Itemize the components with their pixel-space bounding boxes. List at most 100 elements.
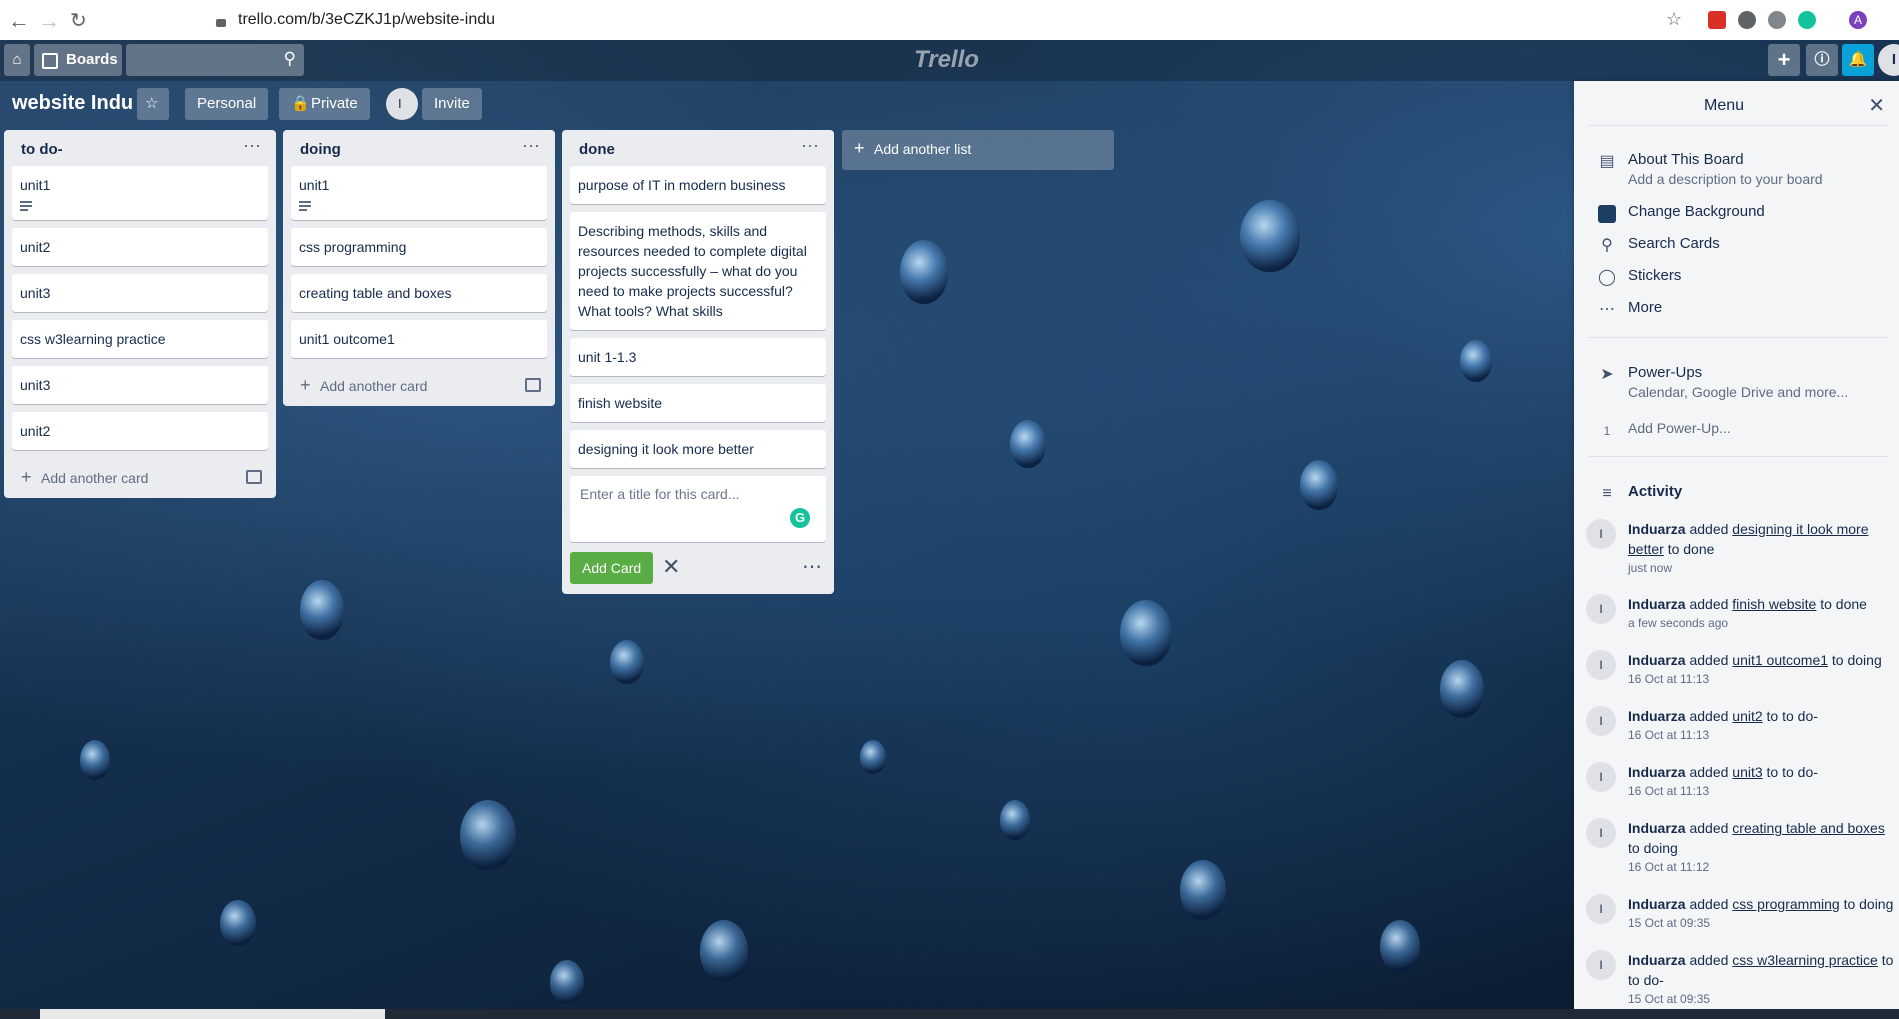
activity-user[interactable]: Induarza xyxy=(1628,952,1686,968)
description-icon xyxy=(20,201,32,211)
activity-card-link[interactable]: creating table and boxes xyxy=(1732,820,1885,836)
trello-logo[interactable]: Trello xyxy=(914,46,979,74)
activity-time[interactable]: 15 Oct at 09:35 xyxy=(1628,990,1898,1008)
pocket-extension-icon[interactable] xyxy=(1708,11,1726,29)
activity-card-link[interactable]: unit2 xyxy=(1732,708,1762,724)
card[interactable]: unit1 outcome1 xyxy=(291,320,547,358)
card-title: unit1 xyxy=(299,177,330,193)
activity-time[interactable]: 16 Oct at 11:13 xyxy=(1628,726,1898,744)
close-icon[interactable]: ✕ xyxy=(662,554,680,580)
list-title[interactable]: done xyxy=(579,141,615,158)
grammarly-icon[interactable]: G xyxy=(790,508,810,528)
create-button[interactable]: + xyxy=(1768,44,1800,76)
star-icon[interactable]: ☆ xyxy=(1666,9,1682,30)
list-menu-icon[interactable]: ⋯ xyxy=(522,136,541,157)
list-title[interactable]: to do- xyxy=(21,141,63,158)
reload-icon[interactable]: ↻ xyxy=(70,8,87,33)
notifications-button[interactable]: 🔔 xyxy=(1842,44,1874,76)
activity-user[interactable]: Induarza xyxy=(1628,820,1686,836)
card-title: Describing methods, skills and resources… xyxy=(578,223,807,319)
os-taskbar xyxy=(0,1009,1899,1019)
activity-time[interactable]: 15 Oct at 09:35 xyxy=(1628,914,1898,932)
avatar[interactable]: I xyxy=(1586,818,1616,848)
activity-card-link[interactable]: css w3learning practice xyxy=(1732,952,1878,968)
avatar[interactable]: I xyxy=(1586,706,1616,736)
card-template-icon[interactable] xyxy=(246,470,262,484)
lock-icon xyxy=(216,19,226,27)
card[interactable]: css w3learning practice xyxy=(12,320,268,358)
list-todo: to do- ⋯ unit1 unit2 unit3 css w3learnin… xyxy=(4,130,276,498)
activity-time[interactable]: 16 Oct at 11:13 xyxy=(1628,782,1898,800)
activity-time[interactable]: 16 Oct at 11:13 xyxy=(1628,670,1898,688)
extension-icon[interactable] xyxy=(1768,11,1786,29)
activity-user[interactable]: Induarza xyxy=(1628,521,1686,537)
address-bar[interactable]: trello.com/b/3eCZKJ1p/website-indu xyxy=(104,6,1664,34)
card[interactable]: unit3 xyxy=(12,274,268,312)
avatar[interactable]: I xyxy=(1586,519,1616,549)
close-icon[interactable]: ✕ xyxy=(1868,93,1885,118)
grammarly-extension-icon[interactable] xyxy=(1798,11,1816,29)
forward-arrow-icon[interactable]: → xyxy=(38,8,60,34)
menu-item-label: About This Board xyxy=(1628,151,1744,168)
back-arrow-icon[interactable]: ← xyxy=(8,8,30,34)
card-template-icon[interactable] xyxy=(525,378,541,392)
board-member-avatar[interactable]: I xyxy=(386,88,418,120)
team-visibility-button[interactable]: Personal xyxy=(185,88,269,120)
avatar[interactable]: I xyxy=(1586,894,1616,924)
add-card-submit-button[interactable]: Add Card xyxy=(570,552,654,584)
activity-time[interactable]: a few seconds ago xyxy=(1628,614,1898,632)
add-list-button[interactable]: + Add another list xyxy=(842,130,1114,170)
add-card-button[interactable]: + Add another card xyxy=(283,366,555,406)
card[interactable]: unit2 xyxy=(12,412,268,450)
card[interactable]: unit2 xyxy=(12,228,268,266)
avatar[interactable]: I xyxy=(1586,650,1616,680)
card[interactable]: unit1 xyxy=(12,166,268,220)
activity-time[interactable]: 16 Oct at 11:12 xyxy=(1628,858,1898,876)
activity-rest: to done xyxy=(1820,596,1867,612)
taskbar-active-window[interactable] xyxy=(40,1009,385,1019)
activity-time[interactable]: just now xyxy=(1628,559,1898,577)
member-avatar[interactable]: I xyxy=(1878,44,1899,76)
list-menu-icon[interactable]: ⋯ xyxy=(801,136,820,157)
home-icon: ⌂ xyxy=(12,51,22,68)
activity-user[interactable]: Induarza xyxy=(1628,708,1686,724)
card[interactable]: purpose of IT in modern business xyxy=(570,166,826,204)
card[interactable]: creating table and boxes xyxy=(291,274,547,312)
search-input[interactable]: ⚲ xyxy=(126,44,304,76)
extension-icon[interactable] xyxy=(1738,11,1756,29)
activity-card-link[interactable]: css programming xyxy=(1732,896,1839,912)
card[interactable]: unit 1-1.3 xyxy=(570,338,826,376)
avatar[interactable]: I xyxy=(1586,762,1616,792)
home-button[interactable]: ⌂ xyxy=(4,44,30,76)
profile-avatar[interactable]: A xyxy=(1849,11,1867,29)
card[interactable]: finish website xyxy=(570,384,826,422)
card[interactable]: unit3 xyxy=(12,366,268,404)
list-menu-icon[interactable]: ⋯ xyxy=(243,136,262,157)
menu-item-label: Add Power-Up... xyxy=(1628,420,1731,436)
card[interactable]: Describing methods, skills and resources… xyxy=(570,212,826,330)
star-board-button[interactable]: ☆ xyxy=(137,88,169,120)
card[interactable]: designing it look more better xyxy=(570,430,826,468)
info-button[interactable]: ⓘ xyxy=(1806,44,1838,76)
privacy-button[interactable]: 🔒 Private xyxy=(279,88,370,120)
activity-card-link[interactable]: finish website xyxy=(1732,596,1816,612)
board-title[interactable]: website Indu xyxy=(12,92,133,115)
card-title-input[interactable] xyxy=(578,484,814,528)
activity-user[interactable]: Induarza xyxy=(1628,896,1686,912)
activity-card-link[interactable]: unit1 outcome1 xyxy=(1732,652,1828,668)
activity-verb: added xyxy=(1689,521,1729,537)
list-title[interactable]: doing xyxy=(300,141,341,158)
more-options-icon[interactable]: ⋯ xyxy=(802,554,822,579)
activity-card-link[interactable]: unit3 xyxy=(1732,764,1762,780)
card[interactable]: css programming xyxy=(291,228,547,266)
add-card-button[interactable]: + Add another card xyxy=(4,458,276,498)
avatar[interactable]: I xyxy=(1586,594,1616,624)
boards-button[interactable]: Boards xyxy=(34,44,122,76)
activity-user[interactable]: Induarza xyxy=(1628,652,1686,668)
activity-rest: to doing xyxy=(1843,896,1894,912)
avatar[interactable]: I xyxy=(1586,950,1616,980)
activity-user[interactable]: Induarza xyxy=(1628,764,1686,780)
card[interactable]: unit1 xyxy=(291,166,547,220)
activity-user[interactable]: Induarza xyxy=(1628,596,1686,612)
invite-button[interactable]: Invite xyxy=(422,88,482,120)
